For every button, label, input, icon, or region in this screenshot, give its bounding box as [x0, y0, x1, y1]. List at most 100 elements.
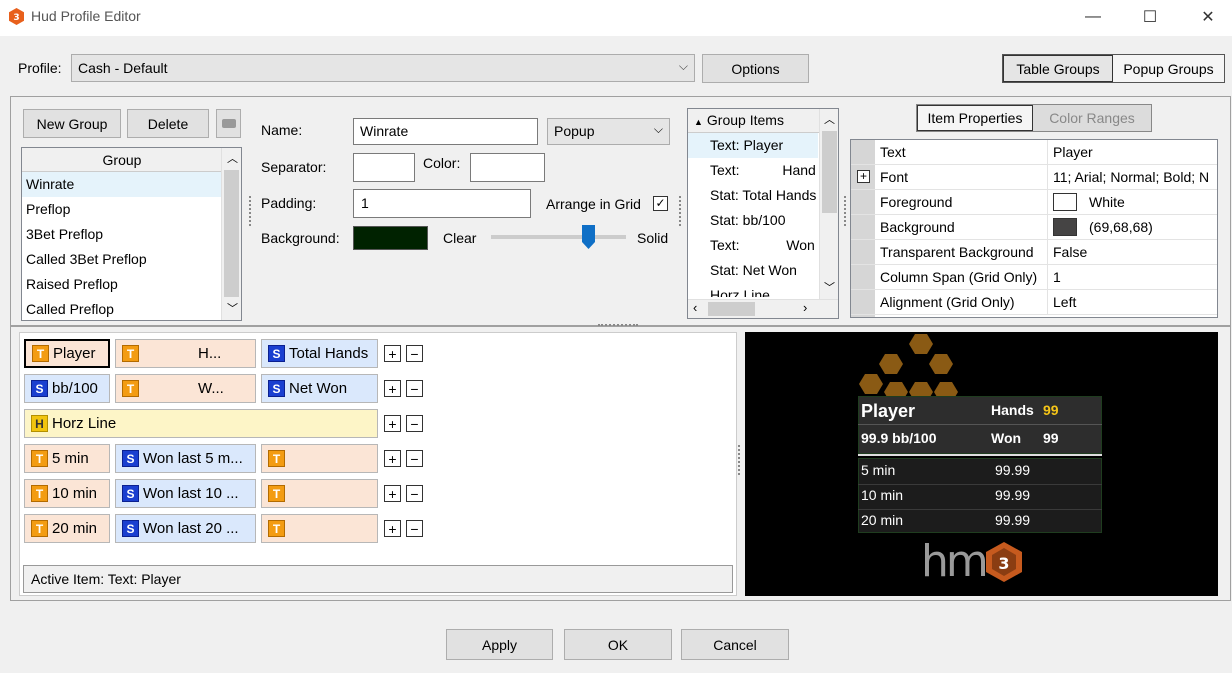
group-item-row[interactable]: Stat: bb/100 — [688, 208, 818, 233]
add-column-icon[interactable]: + — [384, 485, 401, 502]
add-column-icon[interactable]: + — [384, 380, 401, 397]
property-value[interactable]: False — [1053, 240, 1217, 264]
property-value[interactable]: 1 — [1053, 265, 1217, 289]
group-list-item[interactable]: Called Preflop — [22, 297, 222, 320]
layout-cell[interactable]: S Won last 10 ... — [115, 479, 256, 508]
property-row[interactable]: + Font 11; Arial; Normal; Bold; N — [851, 165, 1217, 190]
group-type-value: Popup — [554, 123, 595, 139]
remove-column-icon[interactable]: − — [406, 345, 423, 362]
property-row[interactable]: Text Player — [851, 140, 1217, 165]
color-swatch[interactable] — [1053, 193, 1077, 211]
options-button[interactable]: Options — [702, 54, 809, 83]
splitter-handle[interactable] — [679, 196, 682, 226]
property-row[interactable]: Transparent Background False — [851, 240, 1217, 265]
property-value[interactable]: 11; Arial; Normal; Bold; N — [1053, 165, 1217, 189]
property-row[interactable]: Column Span (Grid Only) 1 — [851, 265, 1217, 290]
group-type-select[interactable]: Popup ⌵ — [547, 118, 670, 145]
opacity-slider-track[interactable] — [491, 235, 626, 239]
group-list-item[interactable]: 3Bet Preflop — [22, 222, 222, 247]
group-item-row[interactable]: Text: Hand — [688, 158, 818, 183]
remove-column-icon[interactable]: − — [406, 520, 423, 537]
scroll-thumb[interactable] — [708, 302, 755, 316]
property-row[interactable]: Background (69,68,68) — [851, 215, 1217, 240]
group-list-item[interactable]: Raised Preflop — [22, 272, 222, 297]
layout-cell-label: Player — [53, 345, 96, 362]
delete-group-button[interactable]: Delete — [127, 109, 209, 138]
remove-column-icon[interactable]: − — [406, 485, 423, 502]
layout-cell[interactable]: S Won last 5 m... — [115, 444, 256, 473]
property-row[interactable]: Alignment (Grid Only) Left — [851, 290, 1217, 315]
color-label: Color: — [423, 155, 461, 171]
color-swatch[interactable] — [1053, 218, 1077, 236]
group-column-header[interactable]: Group — [22, 148, 222, 172]
profile-select[interactable]: Cash - Default ⌵ — [71, 54, 695, 82]
tab-item-properties[interactable]: Item Properties — [917, 105, 1033, 131]
name-input[interactable]: Winrate — [353, 118, 538, 145]
layout-cell[interactable]: S Net Won — [261, 374, 378, 403]
minimize-button[interactable]: — — [1070, 0, 1116, 34]
ok-button[interactable]: OK — [564, 629, 672, 660]
copy-group-button[interactable] — [216, 109, 241, 138]
remove-column-icon[interactable]: − — [406, 415, 423, 432]
property-value[interactable]: Player — [1053, 140, 1217, 164]
splitter-handle[interactable] — [249, 196, 252, 226]
layout-cell[interactable]: T — [261, 444, 378, 473]
layout-cell[interactable]: H Horz Line — [24, 409, 378, 438]
tab-popup-groups[interactable]: Popup Groups — [1113, 55, 1224, 82]
layout-cell[interactable]: Sbb/100 — [24, 374, 110, 403]
maximize-button[interactable]: ☐ — [1127, 0, 1173, 34]
layout-cell[interactable]: T — [261, 479, 378, 508]
group-items-header[interactable]: ▲ Group Items — [688, 109, 820, 133]
property-row[interactable]: Foreground White — [851, 190, 1217, 215]
add-column-icon[interactable]: + — [384, 450, 401, 467]
tab-table-groups[interactable]: Table Groups — [1003, 55, 1113, 82]
property-value[interactable]: White — [1089, 190, 1217, 214]
expand-icon[interactable]: + — [857, 170, 870, 183]
close-button[interactable]: ✕ — [1185, 0, 1231, 34]
layout-cell[interactable]: T W... — [115, 374, 256, 403]
layout-cell[interactable]: T — [261, 514, 378, 543]
scroll-thumb[interactable] — [822, 131, 837, 213]
group-list-item[interactable]: Winrate — [22, 172, 222, 197]
remove-column-icon[interactable]: − — [406, 450, 423, 467]
group-item-row[interactable]: Horz Line — [688, 283, 818, 297]
layout-cell[interactable]: T 20 min — [24, 514, 110, 543]
tab-color-ranges[interactable]: Color Ranges — [1033, 105, 1151, 131]
background-color-swatch[interactable] — [353, 226, 428, 250]
add-column-icon[interactable]: + — [384, 415, 401, 432]
new-group-button[interactable]: New Group — [23, 109, 121, 138]
layout-cell[interactable]: T 10 min — [24, 479, 110, 508]
group-list-scrollbar[interactable]: ︿ ﹀ — [221, 148, 241, 320]
splitter-handle[interactable] — [738, 445, 741, 475]
copy-icon — [221, 119, 236, 128]
group-list-item[interactable]: Called 3Bet Preflop — [22, 247, 222, 272]
remove-column-icon[interactable]: − — [406, 380, 423, 397]
layout-cell[interactable]: T Player — [24, 339, 110, 368]
property-value[interactable]: Left — [1053, 290, 1217, 314]
separator-input[interactable] — [353, 153, 415, 182]
layout-cell[interactable]: T H... — [115, 339, 256, 368]
opacity-slider-thumb[interactable] — [582, 225, 596, 249]
layout-cell[interactable]: T5 min — [24, 444, 110, 473]
group-item-row[interactable]: Stat: Total Hands — [688, 183, 818, 208]
cancel-button[interactable]: Cancel — [681, 629, 789, 660]
property-value[interactable]: (69,68,68) — [1089, 215, 1217, 239]
group-items-scrollbar-h[interactable]: ‹ › — [688, 299, 838, 318]
group-item-row[interactable]: Text: Player — [688, 133, 818, 158]
padding-input[interactable]: 1 — [353, 189, 531, 218]
scroll-thumb[interactable] — [224, 170, 239, 297]
splitter-handle[interactable] — [844, 196, 847, 226]
add-column-icon[interactable]: + — [384, 520, 401, 537]
stat-icon: S — [122, 520, 139, 537]
group-list-item[interactable]: Preflop — [22, 197, 222, 222]
property-name: Background — [880, 215, 1048, 239]
color-swatch-button[interactable] — [470, 153, 545, 182]
arrange-grid-checkbox[interactable]: ✓ — [653, 196, 668, 211]
add-column-icon[interactable]: + — [384, 345, 401, 362]
apply-button[interactable]: Apply — [446, 629, 553, 660]
layout-cell[interactable]: S Won last 20 ... — [115, 514, 256, 543]
group-item-row[interactable]: Text: Won — [688, 233, 818, 258]
group-items-scrollbar-v[interactable]: ︿ ﹀ — [819, 109, 838, 299]
group-item-row[interactable]: Stat: Net Won — [688, 258, 818, 283]
layout-cell[interactable]: S Total Hands — [261, 339, 378, 368]
